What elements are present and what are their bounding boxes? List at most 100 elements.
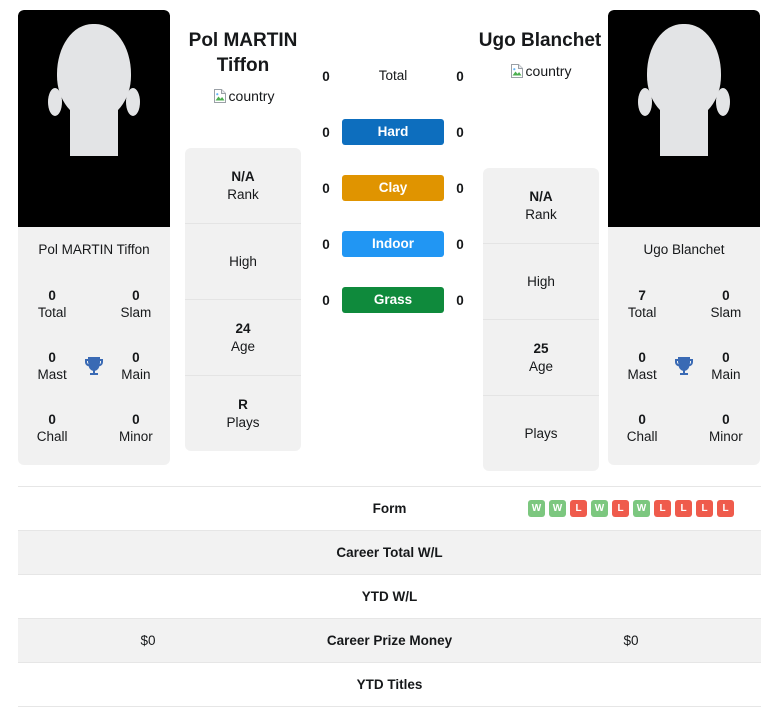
surface-left-value: 0 xyxy=(322,124,330,140)
stat-value: 0 xyxy=(132,288,140,303)
stat-label: Main xyxy=(121,367,151,382)
stat-label: Slam xyxy=(710,305,742,320)
surface-right-value: 0 xyxy=(456,68,464,84)
table-row-label: Career Total W/L xyxy=(336,545,443,560)
table-row: Form W W L W L W L L L L xyxy=(18,487,761,531)
stat-minor-left: 0 Minor xyxy=(110,411,162,445)
stat-slam-left: 0 Slam xyxy=(110,287,162,321)
trophy-icon xyxy=(78,354,110,378)
surface-row-hard: 0 Hard 0 xyxy=(316,118,470,146)
stat-label: Main xyxy=(711,367,741,382)
info-value: 24 xyxy=(235,320,251,336)
stat-value: 0 xyxy=(722,412,730,427)
info-label: Age xyxy=(230,338,256,354)
stat-chall-right: 0 Chall xyxy=(616,411,668,445)
player-name-block-right: Ugo Blanchet country xyxy=(465,28,615,79)
stat-mast-left: 0 Mast xyxy=(26,349,78,383)
stat-value: 0 xyxy=(132,350,140,365)
surface-left-value: 0 xyxy=(322,68,330,84)
stat-label: Mast xyxy=(627,367,657,382)
form-badge-loss[interactable]: L xyxy=(570,500,587,517)
form-badge-loss[interactable]: L xyxy=(654,500,671,517)
form-badge-list: WWLWLWLLLL xyxy=(501,500,761,517)
surface-badge-hard: Hard xyxy=(342,119,444,145)
titles-row: 0 Chall 0 Minor xyxy=(26,397,162,459)
stat-label: Chall xyxy=(626,429,658,444)
stat-total-left: 0 Total xyxy=(26,287,78,321)
stat-label: Minor xyxy=(709,429,743,444)
info-plays-left: R Plays xyxy=(185,376,301,451)
stat-minor-right: 0 Minor xyxy=(700,411,752,445)
player-avatar-right xyxy=(608,10,760,227)
surface-comparison: 0 Total 0 0 Hard 0 0 Clay 0 0 Indoor 0 0 Grass 0 xyxy=(316,62,470,314)
form-badge-loss[interactable]: L xyxy=(675,500,692,517)
stat-value: 0 xyxy=(48,288,56,303)
player-name-right-line1[interactable]: Ugo Blanchet xyxy=(465,28,615,53)
titles-row: 0 Mast 0 Main xyxy=(616,335,752,397)
surface-row-indoor: 0 Indoor 0 xyxy=(316,230,470,258)
form-badge-win[interactable]: W xyxy=(528,500,545,517)
stat-mast-right: 0 Mast xyxy=(616,349,668,383)
info-age-right: 25 Age xyxy=(483,320,599,396)
info-label: High xyxy=(229,253,257,269)
trophy-icon xyxy=(668,354,700,378)
stat-chall-left: 0 Chall xyxy=(26,411,78,445)
surface-right-value: 0 xyxy=(456,180,464,196)
surface-row-total: 0 Total 0 xyxy=(316,62,470,90)
titles-row: 0 Chall 0 Minor xyxy=(616,397,752,459)
info-label: High xyxy=(527,273,555,289)
table-row: Career Total W/L xyxy=(18,531,761,575)
stat-value: 0 xyxy=(722,350,730,365)
form-badge-win[interactable]: W xyxy=(591,500,608,517)
form-badge-win[interactable]: W xyxy=(633,500,650,517)
surface-left-value: 0 xyxy=(322,236,330,252)
stat-value: 7 xyxy=(638,288,646,303)
avatar-name-left: Pol MARTIN Tiffon xyxy=(38,242,150,257)
stat-label: Mast xyxy=(37,367,67,382)
table-row-label: Form xyxy=(372,501,407,516)
player-info-card-left: N/A Rank High 24 Age R Plays xyxy=(185,148,301,451)
titles-row: 0 Total 0 Slam xyxy=(26,273,162,335)
form-badge-win[interactable]: W xyxy=(549,500,566,517)
surface-left-value: 0 xyxy=(322,180,330,196)
table-cell-right: $0 xyxy=(623,633,639,648)
stat-slam-right: 0 Slam xyxy=(700,287,752,321)
info-rank-right: N/A Rank xyxy=(483,168,599,244)
country-alt-text: country xyxy=(228,88,275,104)
stat-label: Total xyxy=(37,305,67,320)
country-flag-left: country xyxy=(168,88,318,104)
table-row-label: Career Prize Money xyxy=(326,633,453,648)
avatar-name-right: Ugo Blanchet xyxy=(643,242,725,257)
table-cell-right: WWLWLWLLLL xyxy=(501,500,761,517)
player-card-right: Ugo Blanchet 7 Total 0 Slam 0 Mast 0 Mai… xyxy=(608,10,760,465)
titles-row: 0 Mast 0 Main xyxy=(26,335,162,397)
info-label: Rank xyxy=(227,186,259,202)
table-row: YTD Titles xyxy=(18,663,761,707)
stat-total-right: 7 Total xyxy=(616,287,668,321)
broken-image-icon xyxy=(212,88,228,104)
titles-grid-left: 0 Total 0 Slam 0 Mast 0 Main 0 Chall 0 M… xyxy=(18,273,170,459)
info-plays-right: Plays xyxy=(483,396,599,471)
info-value: R xyxy=(238,396,248,412)
stat-value: 0 xyxy=(638,350,646,365)
stat-value: 0 xyxy=(722,288,730,303)
form-badge-loss[interactable]: L xyxy=(612,500,629,517)
stat-value: 0 xyxy=(638,412,646,427)
surface-right-value: 0 xyxy=(456,236,464,252)
table-row: $0 Career Prize Money $0 xyxy=(18,619,761,663)
player-name-block-left: Pol MARTIN Tiffon country xyxy=(168,28,318,104)
info-value: 25 xyxy=(533,340,549,356)
stat-value: 0 xyxy=(48,350,56,365)
info-label: Plays xyxy=(524,425,558,441)
titles-row: 7 Total 0 Slam xyxy=(616,273,752,335)
info-label: Age xyxy=(528,358,554,374)
form-badge-loss[interactable]: L xyxy=(696,500,713,517)
player-comparison-page: Pol MARTIN Tiffon 0 Total 0 Slam 0 Mast xyxy=(0,0,779,707)
player-name-left-line1[interactable]: Pol MARTIN xyxy=(168,28,318,53)
info-high-left: High xyxy=(185,224,301,300)
form-badge-loss[interactable]: L xyxy=(717,500,734,517)
info-high-right: High xyxy=(483,244,599,320)
player-name-left-line2[interactable]: Tiffon xyxy=(168,53,318,78)
surface-row-clay: 0 Clay 0 xyxy=(316,174,470,202)
surface-badge-clay: Clay xyxy=(342,175,444,201)
